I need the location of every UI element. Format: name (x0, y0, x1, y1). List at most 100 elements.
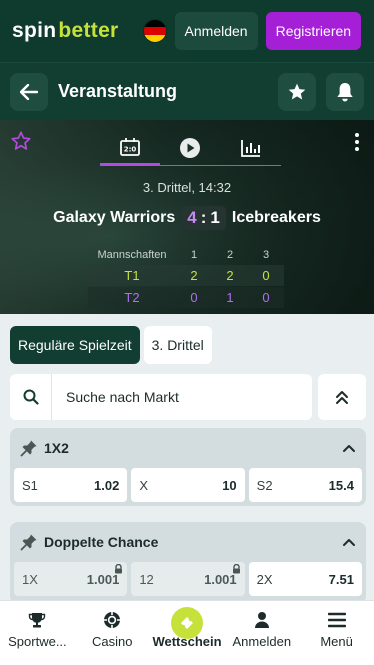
nav-item-betslip[interactable]: Wettschein (150, 601, 225, 665)
odd-name: X (139, 477, 148, 493)
odd-name: S2 (256, 477, 273, 493)
odd-button-2x[interactable]: 2X 7.51 (248, 562, 362, 596)
tab-statistics[interactable] (221, 130, 281, 165)
odd-name: 1X (22, 571, 38, 587)
table-row: T1 2 2 0 (88, 265, 284, 286)
odds-row: 1X 1.001 12 1.001 2X 7.51 (10, 562, 366, 600)
table-header-period-1: 1 (190, 248, 198, 261)
away-team-name: Icebreakers (231, 209, 321, 226)
tab-scoreboard[interactable]: 2:0 (100, 130, 161, 166)
lock-icon (115, 564, 123, 574)
period-score-table: Mannschaften 1 2 3 T1 2 2 0 T2 0 1 0 (88, 244, 284, 308)
login-button[interactable]: Anmelden (174, 12, 258, 50)
score-separator: : (200, 208, 207, 227)
tab-regular-time[interactable]: Reguläre Spielzeit (10, 326, 140, 364)
market-header[interactable]: Doppelte Chance (10, 522, 366, 562)
nav-item-casino[interactable]: Casino (75, 601, 150, 665)
notifications-button[interactable] (326, 72, 364, 111)
away-score: 1 (210, 208, 220, 227)
market-title: 1X2 (44, 440, 69, 456)
svg-text:2:0: 2:0 (124, 145, 137, 153)
nav-label: Anmelden (232, 634, 292, 649)
favorite-button[interactable] (278, 72, 316, 111)
scoreboard-tabs: 2:0 (100, 130, 281, 166)
teams-score-line: Galaxy Warriors 4 : 1 Icebreakers (0, 206, 374, 230)
score-box: 4 : 1 (181, 206, 226, 230)
casino-chip-icon (104, 612, 121, 628)
team-label: T2 (124, 290, 140, 305)
collapse-all-button[interactable] (318, 374, 366, 420)
chevron-up-icon[interactable] (342, 537, 356, 547)
table-header-row: Mannschaften 1 2 3 (88, 244, 284, 265)
search-input[interactable] (52, 389, 312, 405)
more-options-icon[interactable] (354, 132, 360, 152)
odd-button-x[interactable]: X 10 (131, 468, 245, 502)
language-flag-icon[interactable] (142, 19, 167, 43)
tab-video[interactable] (160, 130, 220, 165)
odd-value: 10 (222, 477, 237, 493)
back-button[interactable] (10, 72, 48, 111)
odd-value: 15.4 (328, 477, 354, 493)
search-icon-container (10, 374, 52, 420)
odd-name: 2X (256, 571, 273, 587)
odd-button-12: 12 1.001 (131, 562, 245, 596)
odds-row: S1 1.02 X 10 S2 15.4 (10, 468, 366, 506)
page-title: Veranstaltung (58, 81, 178, 101)
menu-icon (327, 612, 346, 628)
nav-label: Menü (320, 634, 353, 649)
logo-part-spin: spin (12, 19, 57, 42)
period-score: 0 (262, 268, 270, 283)
nav-label: Sportwe... (8, 634, 67, 649)
pin-icon[interactable] (20, 439, 38, 457)
odd-button-1x: 1X 1.001 (14, 562, 128, 596)
odd-name: S1 (22, 477, 38, 493)
user-icon (254, 612, 269, 628)
nav-item-login[interactable]: Anmelden (224, 601, 299, 665)
scoreboard-icon: 2:0 (120, 137, 141, 156)
stats-icon (240, 139, 260, 157)
market-header[interactable]: 1X2 (10, 428, 366, 468)
table-header-period-2: 2 (226, 248, 234, 261)
bell-icon (337, 82, 353, 101)
period-tabs: Reguläre Spielzeit 3. Drittel (10, 326, 212, 364)
home-team-name: Galaxy Warriors (53, 209, 176, 226)
chevrons-up-icon (336, 391, 348, 404)
table-header-teams: Mannschaften (97, 248, 167, 261)
pin-icon[interactable] (20, 533, 38, 551)
top-header: spin better Anmelden Registrieren (0, 0, 374, 62)
odd-value: 1.02 (94, 477, 120, 493)
period-score: 1 (226, 290, 234, 305)
table-row: T2 0 1 0 (88, 287, 284, 308)
odd-value: 7.51 (328, 571, 354, 587)
table-header-period-3: 3 (262, 248, 270, 261)
period-score: 2 (190, 268, 198, 283)
nav-label: Casino (91, 634, 133, 649)
market-card: 1X2 S1 1.02 X 10 S2 15.4 (10, 428, 366, 506)
ticket-icon (180, 617, 193, 629)
trophy-icon (29, 613, 46, 628)
star-icon (288, 83, 306, 99)
odd-button-s1[interactable]: S1 1.02 (14, 468, 128, 502)
arrow-left-icon (20, 83, 38, 100)
tab-third-period[interactable]: 3. Drittel (143, 326, 212, 364)
market-title: Doppelte Chance (44, 534, 159, 550)
odd-button-s2[interactable]: S2 15.4 (248, 468, 362, 502)
search-icon (23, 389, 39, 405)
play-icon (180, 137, 201, 158)
favorite-star-outline-icon[interactable] (10, 130, 32, 152)
period-time: 3. Drittel, 14:32 (142, 180, 232, 195)
bottom-navigation: Sportwe... Casino Wettschein Anmelden Me… (0, 600, 374, 665)
odd-name: 12 (139, 571, 154, 587)
nav-item-sports[interactable]: Sportwe... (0, 601, 75, 665)
betslip-bubble (170, 607, 203, 639)
chevron-up-icon[interactable] (342, 443, 356, 453)
event-header: Veranstaltung (0, 62, 374, 120)
period-score: 0 (262, 290, 270, 305)
team-label: T1 (124, 268, 140, 283)
register-button[interactable]: Registrieren (265, 12, 362, 50)
lock-icon (232, 564, 240, 574)
logo[interactable]: spin better (12, 19, 119, 43)
market-card: Doppelte Chance 1X 1.001 12 1.001 2X 7.5… (10, 522, 366, 604)
nav-item-menu[interactable]: Menü (299, 601, 374, 665)
scoreboard: 2:0 3. Drittel, 14:32 Galaxy Warriors 4 … (0, 120, 374, 314)
